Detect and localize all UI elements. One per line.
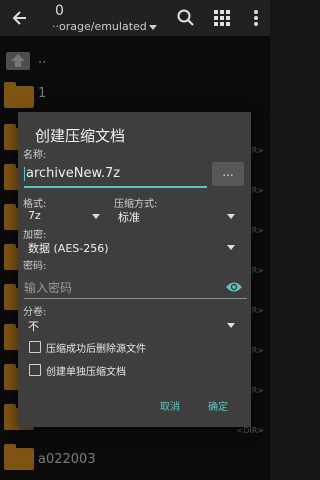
- archive-name-input[interactable]: archiveNew.7z: [24, 166, 207, 188]
- method-value: 标准: [118, 211, 140, 224]
- chevron-down-icon: [227, 214, 235, 219]
- password-input[interactable]: 输入密码: [24, 276, 247, 299]
- chevron-down-icon: [92, 214, 100, 219]
- current-path[interactable]: ··orage/emulated: [52, 20, 157, 33]
- format-label: 格式:: [23, 199, 47, 210]
- format-value: 7z: [28, 209, 41, 222]
- browse-button[interactable]: ...: [212, 162, 244, 186]
- ok-button[interactable]: 确定: [208, 398, 228, 413]
- more-options-icon[interactable]: [246, 8, 266, 28]
- search-icon[interactable]: [176, 8, 196, 28]
- chevron-down-icon: [227, 245, 235, 250]
- dialog-title: 创建压缩文档: [35, 127, 126, 145]
- app-bar: 0 ··orage/emulated: [0, 0, 270, 36]
- path-ellipsis: ··: [52, 20, 59, 33]
- grid-view-icon[interactable]: [212, 8, 232, 28]
- cancel-button[interactable]: 取消: [160, 398, 180, 413]
- split-value: 不: [28, 320, 39, 333]
- text-cursor: [24, 166, 25, 181]
- path-label: orage/emulated: [59, 20, 147, 33]
- archive-name-value: archiveNew.7z: [26, 166, 121, 181]
- separate-archive-label: 创建单独压缩文档: [46, 367, 126, 378]
- encryption-label: 加密:: [23, 230, 47, 241]
- split-label: 分卷:: [23, 307, 47, 318]
- password-placeholder: 输入密码: [24, 281, 73, 295]
- chevron-down-icon: [227, 323, 235, 328]
- method-label: 压缩方式:: [114, 199, 158, 210]
- chevron-down-icon: [148, 24, 157, 30]
- password-label: 密码:: [23, 261, 47, 272]
- selection-count: 0: [55, 3, 64, 19]
- delete-source-checkbox[interactable]: [29, 341, 41, 353]
- separate-archive-checkbox[interactable]: [29, 364, 41, 376]
- back-arrow-icon[interactable]: [10, 8, 30, 28]
- create-archive-dialog: 创建压缩文档 名称: archiveNew.7z ... 格式: 压缩方式: 7…: [18, 112, 251, 427]
- encryption-value: 数据 (AES-256): [28, 242, 109, 255]
- eye-icon[interactable]: [225, 280, 243, 294]
- delete-source-label: 压缩成功后删除源文件: [46, 344, 146, 355]
- name-label: 名称:: [23, 150, 47, 161]
